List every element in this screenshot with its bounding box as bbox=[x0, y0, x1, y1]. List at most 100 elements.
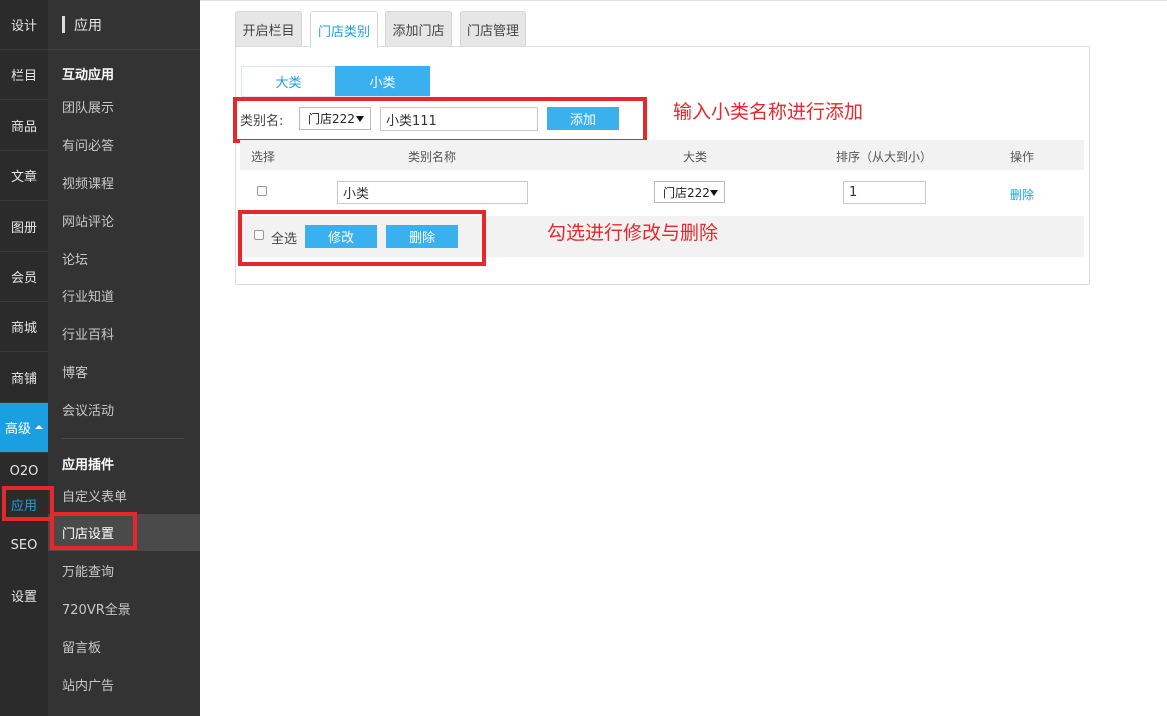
header-name: 类别名称 bbox=[408, 150, 457, 164]
nav-item-goods[interactable]: 商品 bbox=[0, 101, 48, 151]
sidebar-item[interactable]: 团队展示 bbox=[48, 89, 200, 123]
nav-item-member[interactable]: 会员 bbox=[0, 252, 48, 302]
sidebar-item[interactable]: 留言板 bbox=[48, 629, 200, 663]
sidebar-item[interactable]: 自定义表单 bbox=[48, 478, 200, 512]
dropdown-arrow-icon bbox=[356, 116, 364, 122]
nav-label: 应用 bbox=[10, 498, 37, 514]
sidebar-item[interactable]: 行业百科 bbox=[48, 316, 200, 350]
sidebar-item[interactable]: 万能查询 bbox=[48, 553, 200, 587]
nav-label: 图册 bbox=[10, 221, 37, 236]
tab-label: 门店管理 bbox=[466, 24, 519, 39]
header-order: 排序（从大到小） bbox=[836, 150, 933, 164]
modify-button[interactable]: 修改 bbox=[305, 225, 377, 248]
header-bar bbox=[62, 16, 65, 33]
tab-store-category[interactable]: 门店类别 bbox=[310, 11, 378, 48]
nav-label: 设置 bbox=[10, 589, 37, 605]
sidebar-item[interactable]: 720VR全景 bbox=[48, 591, 200, 625]
subtab-label: 小类 bbox=[369, 76, 396, 91]
secondary-sidebar: 应用 互动应用 团队展示 有问必答 视频课程 网站评论 论坛 行业知道 行业百科… bbox=[48, 0, 200, 716]
select-value: 门店222 bbox=[308, 112, 355, 126]
select-all-label: 全选 bbox=[271, 232, 298, 247]
sidebar-item-label: 行业百科 bbox=[62, 327, 115, 343]
nav-item-shop[interactable]: 商铺 bbox=[0, 353, 48, 403]
nav-label: 栏目 bbox=[10, 69, 37, 84]
nav-item-design[interactable]: 设计 bbox=[0, 0, 48, 50]
sidebar-header: 应用 bbox=[48, 0, 200, 50]
tab-store-manage[interactable]: 门店管理 bbox=[460, 11, 526, 47]
nav-label: 设计 bbox=[10, 19, 37, 34]
subtab-underline bbox=[241, 96, 430, 97]
row-order-input[interactable] bbox=[843, 181, 926, 204]
nav-label: 商品 bbox=[10, 120, 37, 135]
nav-item-settings[interactable]: 设置 bbox=[0, 570, 48, 620]
sidebar-item-label: 站内广告 bbox=[62, 678, 115, 694]
nav-item-mall[interactable]: 商城 bbox=[0, 302, 48, 352]
primary-sidebar: 设计 栏目 商品 文章 图册 会员 商城 商铺 高级 O2O 应用 SEO 设置 bbox=[0, 0, 48, 716]
nav-label: SEO bbox=[10, 537, 38, 553]
top-divider bbox=[200, 0, 1167, 1]
caret-up-icon bbox=[35, 424, 43, 429]
subtab-label: 大类 bbox=[275, 76, 302, 91]
sidebar-item-label: 视频课程 bbox=[62, 176, 115, 192]
sidebar-item[interactable]: 视频课程 bbox=[48, 165, 200, 199]
header-category: 大类 bbox=[683, 150, 708, 164]
row-checkbox[interactable] bbox=[257, 186, 267, 196]
sidebar-item-label: 留言板 bbox=[62, 640, 102, 656]
row-name-input[interactable] bbox=[337, 181, 528, 204]
sidebar-item[interactable]: 论坛 bbox=[48, 241, 200, 275]
sidebar-item[interactable]: 博客 bbox=[48, 354, 200, 388]
sidebar-item-label: 博客 bbox=[62, 365, 89, 381]
nav-item-seo[interactable]: SEO bbox=[0, 526, 48, 564]
tab-add-store[interactable]: 添加门店 bbox=[385, 11, 452, 47]
nav-label: 商城 bbox=[10, 321, 37, 336]
add-button[interactable]: 添加 bbox=[547, 107, 619, 130]
tab-label: 添加门店 bbox=[392, 24, 445, 39]
section-divider bbox=[62, 438, 184, 439]
nav-label: 高级 bbox=[4, 422, 31, 437]
tab-label: 开启栏目 bbox=[242, 24, 295, 39]
sidebar-item-store-settings[interactable]: 门店设置 bbox=[48, 514, 200, 551]
nav-item-article[interactable]: 文章 bbox=[0, 151, 48, 201]
nav-label: 会员 bbox=[10, 271, 37, 286]
dropdown-arrow-icon bbox=[710, 190, 718, 196]
nav-item-column[interactable]: 栏目 bbox=[0, 50, 48, 100]
sidebar-item-label: 自定义表单 bbox=[62, 489, 128, 505]
sidebar-item[interactable]: 会议活动 bbox=[48, 392, 200, 426]
select-value: 门店222 bbox=[663, 185, 710, 200]
sidebar-header-title: 应用 bbox=[74, 17, 102, 34]
delete-button[interactable]: 删除 bbox=[386, 225, 458, 248]
sidebar-item[interactable]: 有问必答 bbox=[48, 127, 200, 161]
table-header bbox=[240, 140, 1084, 170]
category-name-label: 类别名: bbox=[240, 114, 284, 129]
category-name-input[interactable] bbox=[380, 107, 538, 131]
nav-label: 商铺 bbox=[10, 372, 37, 387]
subtab-big-category[interactable]: 大类 bbox=[241, 66, 335, 97]
section-title-interactive: 互动应用 bbox=[62, 68, 115, 83]
nav-item-app[interactable]: 应用 bbox=[0, 485, 48, 523]
sidebar-item-label: 门店设置 bbox=[62, 527, 115, 542]
annotation-add-hint: 输入小类名称进行添加 bbox=[673, 101, 864, 123]
annotation-edit-hint: 勾选进行修改与删除 bbox=[547, 222, 719, 244]
tab-open-column[interactable]: 开启栏目 bbox=[235, 11, 302, 47]
sidebar-item-label: 团队展示 bbox=[62, 100, 115, 116]
sidebar-item-label: 万能查询 bbox=[62, 564, 115, 580]
sidebar-item-label: 有问必答 bbox=[62, 138, 115, 154]
section-title-plugins: 应用插件 bbox=[62, 458, 115, 473]
nav-item-album[interactable]: 图册 bbox=[0, 202, 48, 252]
tab-label: 门店类别 bbox=[317, 24, 370, 40]
sidebar-item-label: 论坛 bbox=[62, 252, 89, 268]
row-delete-link[interactable]: 删除 bbox=[1010, 186, 1034, 203]
subtab-small-category[interactable]: 小类 bbox=[335, 66, 430, 97]
row-category-select[interactable]: 门店222 bbox=[654, 181, 725, 203]
sidebar-item-label: 720VR全景 bbox=[62, 602, 131, 618]
sidebar-item[interactable]: 站内广告 bbox=[48, 667, 200, 701]
sidebar-item[interactable]: 网站评论 bbox=[48, 203, 200, 237]
category-select[interactable]: 门店222 bbox=[299, 107, 371, 130]
nav-item-advanced[interactable]: 高级 bbox=[0, 403, 48, 453]
sidebar-item-label: 会议活动 bbox=[62, 403, 115, 419]
sidebar-item-label: 网站评论 bbox=[62, 214, 115, 230]
nav-label: O2O bbox=[9, 463, 39, 479]
sidebar-item[interactable]: 行业知道 bbox=[48, 278, 200, 312]
select-all-checkbox[interactable] bbox=[254, 230, 264, 240]
header-select: 选择 bbox=[251, 150, 276, 164]
